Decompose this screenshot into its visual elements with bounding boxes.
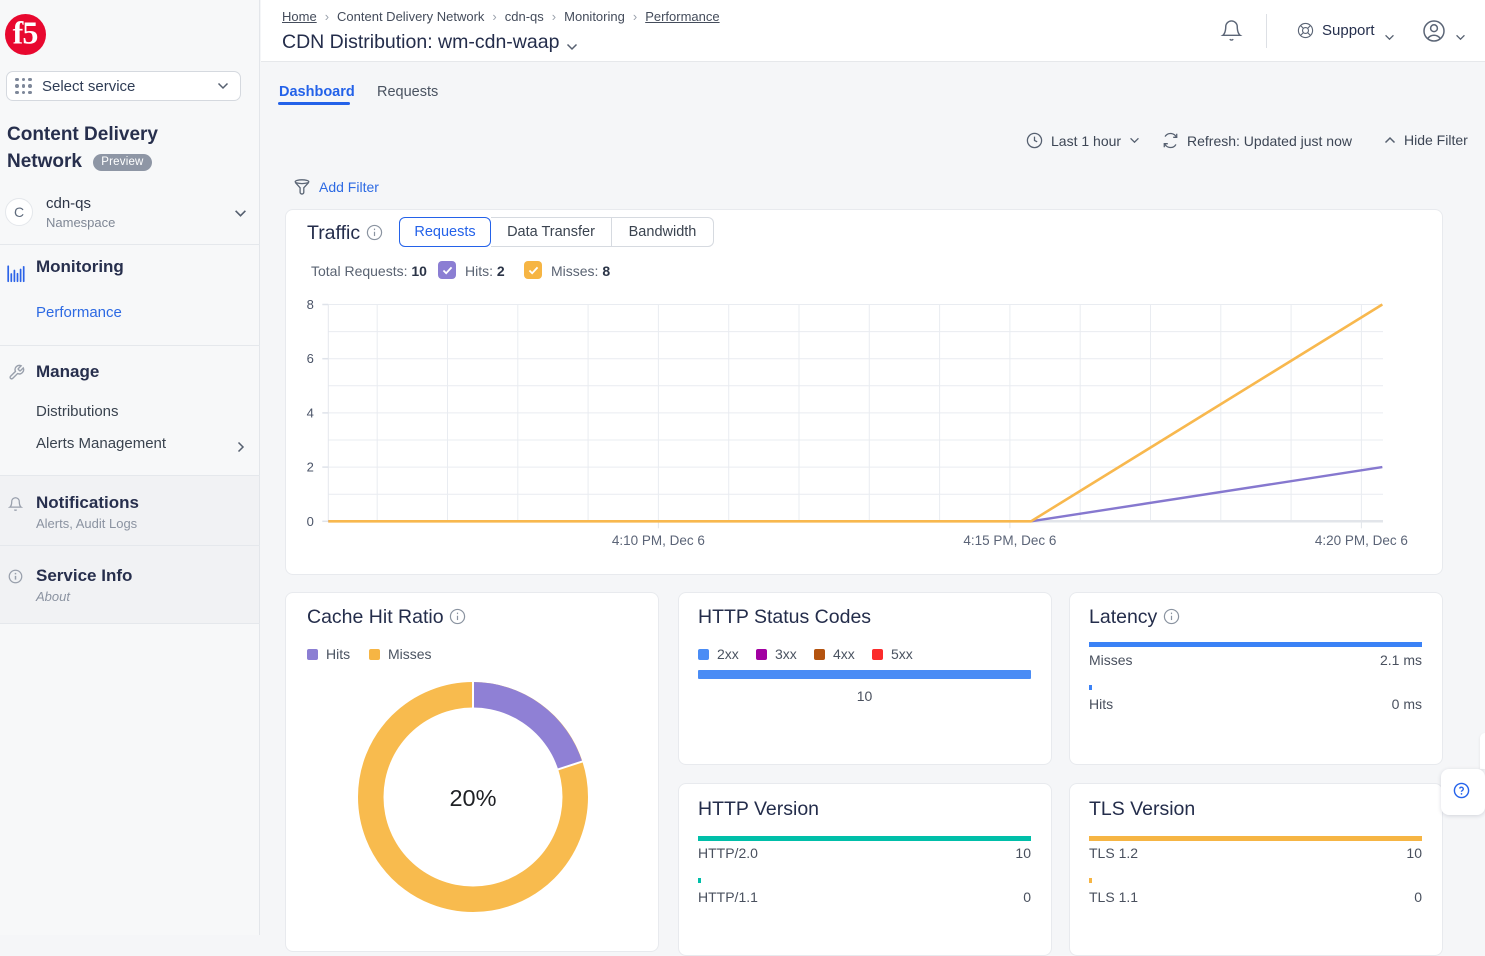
svg-text:6: 6 [307, 351, 314, 366]
svg-text:4:10 PM, Dec 6: 4:10 PM, Dec 6 [612, 533, 705, 548]
svg-text:20%: 20% [449, 785, 496, 811]
svg-text:4: 4 [307, 405, 314, 420]
svg-text:4:15 PM, Dec 6: 4:15 PM, Dec 6 [963, 533, 1056, 548]
svg-text:8: 8 [307, 297, 314, 312]
svg-text:0: 0 [307, 514, 314, 529]
svg-text:2: 2 [307, 460, 314, 475]
svg-text:4:20 PM, Dec 6: 4:20 PM, Dec 6 [1315, 533, 1408, 548]
